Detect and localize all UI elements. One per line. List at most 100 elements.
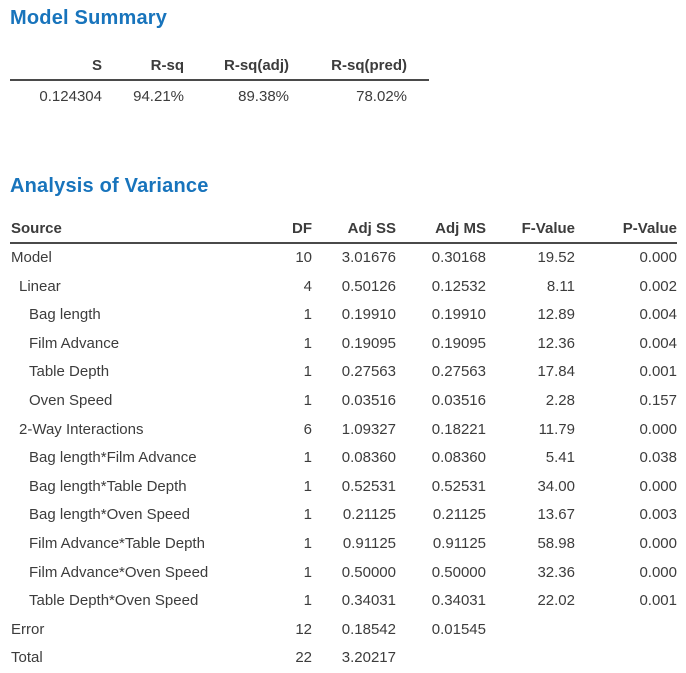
anova-source-cell: Film Advance xyxy=(10,330,250,359)
anova-adj-ss-cell: 0.27563 xyxy=(312,358,396,387)
anova-adj-ss-cell: 3.01676 xyxy=(312,243,396,273)
anova-p-value-cell: 0.157 xyxy=(575,387,677,416)
anova-adj-ss-cell: 0.50000 xyxy=(312,559,396,588)
anova-p-value-cell: 0.000 xyxy=(575,530,677,559)
anova-adj-ss-cell: 0.52531 xyxy=(312,473,396,502)
table-row: Bag length 1 0.19910 0.19910 12.89 0.004 xyxy=(10,301,677,330)
anova-source-cell: Film Advance*Oven Speed xyxy=(10,559,250,588)
anova-df-cell: 10 xyxy=(250,243,312,273)
anova-source-cell: Film Advance*Table Depth xyxy=(10,530,250,559)
table-row: Error 12 0.18542 0.01545 xyxy=(10,616,677,645)
anova-adj-ms-cell: 0.12532 xyxy=(396,273,486,302)
table-row: Model 10 3.01676 0.30168 19.52 0.000 xyxy=(10,243,677,273)
column-header-source: Source xyxy=(10,219,250,243)
anova-adj-ss-cell: 0.34031 xyxy=(312,587,396,616)
anova-p-value-cell: 0.000 xyxy=(575,243,677,273)
anova-df-cell: 1 xyxy=(250,301,312,330)
anova-source-cell: Linear xyxy=(10,273,250,302)
anova-f-value-cell: 12.89 xyxy=(486,301,575,330)
anova-adj-ms-cell xyxy=(396,644,486,673)
anova-p-value-cell: 0.004 xyxy=(575,330,677,359)
table-row: Film Advance*Table Depth 1 0.91125 0.911… xyxy=(10,530,677,559)
anova-adj-ms-cell: 0.50000 xyxy=(396,559,486,588)
column-header-s: S xyxy=(10,56,102,80)
anova-p-value-cell xyxy=(575,616,677,645)
table-row: Film Advance*Oven Speed 1 0.50000 0.5000… xyxy=(10,559,677,588)
anova-adj-ms-cell: 0.52531 xyxy=(396,473,486,502)
anova-df-cell: 1 xyxy=(250,330,312,359)
anova-df-cell: 1 xyxy=(250,444,312,473)
anova-p-value-cell: 0.000 xyxy=(575,559,677,588)
column-header-adj-ss: Adj SS xyxy=(312,219,396,243)
anova-f-value-cell: 58.98 xyxy=(486,530,575,559)
anova-adj-ms-cell: 0.21125 xyxy=(396,501,486,530)
anova-adj-ss-cell: 0.19910 xyxy=(312,301,396,330)
anova-p-value-cell: 0.003 xyxy=(575,501,677,530)
rsq-adj-value: 89.38% xyxy=(184,80,289,107)
anova-f-value-cell: 2.28 xyxy=(486,387,575,416)
anova-adj-ss-cell: 0.91125 xyxy=(312,530,396,559)
table-row: Bag length*Oven Speed 1 0.21125 0.21125 … xyxy=(10,501,677,530)
column-header-f-value: F-Value xyxy=(486,219,575,243)
rsq-value: 94.21% xyxy=(102,80,184,107)
table-row: Oven Speed 1 0.03516 0.03516 2.28 0.157 xyxy=(10,387,677,416)
anova-adj-ms-cell: 0.03516 xyxy=(396,387,486,416)
stats-output-pane: Model Summary S R-sq R-sq(adj) R-sq(pred… xyxy=(0,0,686,673)
anova-f-value-cell: 32.36 xyxy=(486,559,575,588)
anova-f-value-cell: 17.84 xyxy=(486,358,575,387)
anova-adj-ss-cell: 0.21125 xyxy=(312,501,396,530)
column-header-adj-ms: Adj MS xyxy=(396,219,486,243)
anova-df-cell: 1 xyxy=(250,387,312,416)
anova-adj-ss-cell: 0.08360 xyxy=(312,444,396,473)
table-row: Bag length*Film Advance 1 0.08360 0.0836… xyxy=(10,444,677,473)
anova-df-cell: 1 xyxy=(250,358,312,387)
anova-source-cell: Model xyxy=(10,243,250,273)
table-row: Table Depth*Oven Speed 1 0.34031 0.34031… xyxy=(10,587,677,616)
anova-adj-ms-cell: 0.19095 xyxy=(396,330,486,359)
s-value: 0.124304 xyxy=(10,80,102,107)
column-header-rsq-pred: R-sq(pred) xyxy=(289,56,429,80)
anova-adj-ms-cell: 0.34031 xyxy=(396,587,486,616)
anova-f-value-cell xyxy=(486,616,575,645)
anova-source-cell: Table Depth xyxy=(10,358,250,387)
anova-f-value-cell: 12.36 xyxy=(486,330,575,359)
anova-df-cell: 22 xyxy=(250,644,312,673)
anova-source-cell: Bag length*Film Advance xyxy=(10,444,250,473)
table-row: Table Depth 1 0.27563 0.27563 17.84 0.00… xyxy=(10,358,677,387)
anova-f-value-cell: 19.52 xyxy=(486,243,575,273)
anova-f-value-cell: 5.41 xyxy=(486,444,575,473)
anova-adj-ss-cell: 0.18542 xyxy=(312,616,396,645)
anova-df-cell: 1 xyxy=(250,559,312,588)
anova-p-value-cell: 0.038 xyxy=(575,444,677,473)
anova-adj-ss-cell: 0.50126 xyxy=(312,273,396,302)
table-row: Bag length*Table Depth 1 0.52531 0.52531… xyxy=(10,473,677,502)
model-summary-value-row: 0.124304 94.21% 89.38% 78.02% xyxy=(10,80,429,107)
anova-table: Source DF Adj SS Adj MS F-Value P-Value … xyxy=(10,219,677,673)
anova-adj-ss-cell: 0.03516 xyxy=(312,387,396,416)
anova-f-value-cell: 8.11 xyxy=(486,273,575,302)
anova-f-value-cell: 34.00 xyxy=(486,473,575,502)
anova-adj-ms-cell: 0.01545 xyxy=(396,616,486,645)
anova-f-value-cell: 13.67 xyxy=(486,501,575,530)
table-row: Film Advance 1 0.19095 0.19095 12.36 0.0… xyxy=(10,330,677,359)
anova-source-cell: Bag length xyxy=(10,301,250,330)
anova-adj-ms-cell: 0.27563 xyxy=(396,358,486,387)
anova-p-value-cell xyxy=(575,644,677,673)
column-header-df: DF xyxy=(250,219,312,243)
table-row: Total 22 3.20217 xyxy=(10,644,677,673)
anova-p-value-cell: 0.001 xyxy=(575,358,677,387)
anova-title: Analysis of Variance xyxy=(10,174,677,198)
anova-source-cell: Oven Speed xyxy=(10,387,250,416)
model-summary-title: Model Summary xyxy=(10,6,677,30)
anova-p-value-cell: 0.000 xyxy=(575,473,677,502)
model-summary-table: S R-sq R-sq(adj) R-sq(pred) 0.124304 94.… xyxy=(10,56,429,107)
anova-adj-ss-cell: 0.19095 xyxy=(312,330,396,359)
anova-adj-ms-cell: 0.91125 xyxy=(396,530,486,559)
anova-df-cell: 12 xyxy=(250,616,312,645)
column-header-p-value: P-Value xyxy=(575,219,677,243)
rsq-pred-value: 78.02% xyxy=(289,80,429,107)
anova-df-cell: 1 xyxy=(250,587,312,616)
anova-f-value-cell: 22.02 xyxy=(486,587,575,616)
anova-adj-ss-cell: 3.20217 xyxy=(312,644,396,673)
table-row: Linear 4 0.50126 0.12532 8.11 0.002 xyxy=(10,273,677,302)
